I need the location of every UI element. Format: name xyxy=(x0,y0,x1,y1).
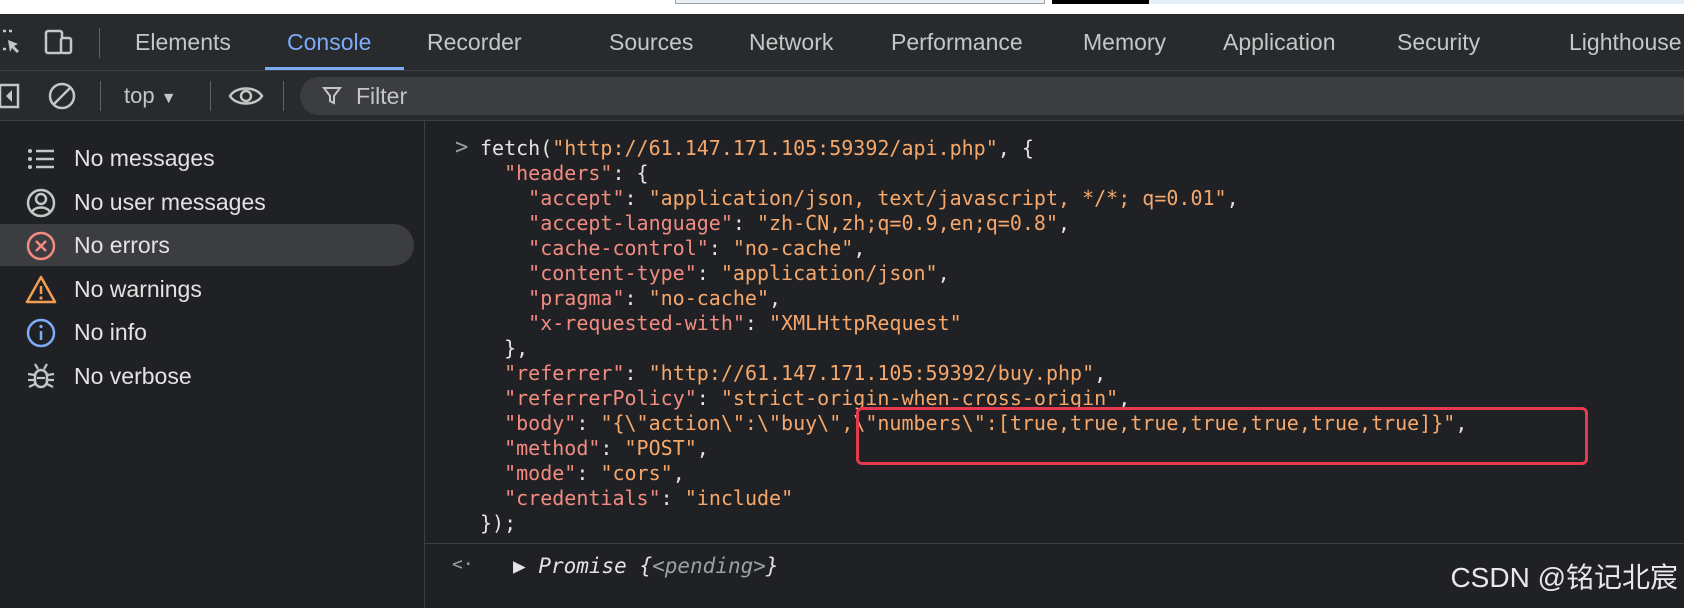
sidebar-item-label: No warnings xyxy=(74,276,202,302)
info-icon xyxy=(26,318,56,348)
dark-block xyxy=(1052,0,1149,4)
code-line: "credentials": "include" xyxy=(504,486,794,510)
sidebar-item-info[interactable]: No info xyxy=(0,311,414,353)
tabbar-separator xyxy=(99,28,100,58)
code-line: "x-requested-with": "XMLHttpRequest" xyxy=(528,311,962,335)
toolbar-separator xyxy=(100,81,101,111)
sidebar-item-errors[interactable]: No errors xyxy=(0,224,414,266)
tab-elements[interactable]: Elements xyxy=(135,14,231,70)
inspect-element-icon[interactable] xyxy=(0,28,24,58)
filter-placeholder: Filter xyxy=(356,83,408,109)
promise-result[interactable]: ▶ Promise {<pending>} xyxy=(513,554,779,578)
input-prompt-chevron-icon: > xyxy=(455,135,469,160)
code-line: "content-type": "application/json", xyxy=(528,261,950,285)
toolbar-separator xyxy=(283,81,284,111)
tab-console[interactable]: Console xyxy=(287,14,371,70)
light-block xyxy=(1149,0,1684,4)
sidebar-toggle-icon[interactable] xyxy=(0,82,24,110)
code-line: "method": "POST", xyxy=(504,436,709,460)
console-sidebar: No messages No user messages No errors N… xyxy=(0,121,425,608)
browser-top-strip xyxy=(0,0,1684,14)
tab-network[interactable]: Network xyxy=(749,14,833,70)
code-line: "accept": "application/json, text/javasc… xyxy=(528,186,1239,210)
code-line: }, xyxy=(480,336,529,360)
console-toolbar: top ▼ Filter xyxy=(0,71,1684,121)
code-line: "cache-control": "no-cache", xyxy=(528,236,866,260)
code-line: "accept-language": "zh-CN,zh;q=0.9,en;q=… xyxy=(528,211,1071,235)
sidebar-item-user-messages[interactable]: No user messages xyxy=(0,181,414,223)
tab-application[interactable]: Application xyxy=(1223,14,1336,70)
context-selector[interactable]: top ▼ xyxy=(124,71,177,120)
tab-lighthouse[interactable]: Lighthouse xyxy=(1569,14,1682,70)
tab-performance[interactable]: Performance xyxy=(891,14,1023,70)
user-icon xyxy=(26,188,56,218)
console-input-code: fetch("http://61.147.171.105:59392/api.p… xyxy=(480,136,1467,536)
tab-security[interactable]: Security xyxy=(1397,14,1480,70)
list-icon xyxy=(28,149,54,169)
tab-sources[interactable]: Sources xyxy=(609,14,693,70)
sidebar-item-label: No user messages xyxy=(74,189,266,215)
chevron-down-icon: ▼ xyxy=(160,90,177,107)
filter-icon xyxy=(322,87,342,105)
bug-icon xyxy=(27,363,55,389)
entry-divider xyxy=(425,543,1684,544)
device-toolbar-icon[interactable] xyxy=(44,28,74,58)
sidebar-item-label: No errors xyxy=(74,232,170,258)
code-line: "headers": { xyxy=(504,161,649,185)
context-label: top xyxy=(124,83,155,108)
promise-suffix: } xyxy=(765,554,779,578)
address-field-edge xyxy=(675,0,1045,4)
clear-console-icon[interactable] xyxy=(46,80,78,112)
console-output[interactable]: > fetch("http://61.147.171.105:59392/api… xyxy=(425,121,1684,608)
sidebar-item-warnings[interactable]: No warnings xyxy=(0,268,414,310)
code-line: }); xyxy=(480,511,517,535)
devtools-tabbar: Elements Console Recorder Sources Network Per… xyxy=(0,14,1684,71)
toolbar-separator xyxy=(210,81,211,111)
sidebar-item-label: No messages xyxy=(74,145,215,171)
sidebar-item-messages[interactable]: No messages xyxy=(0,137,414,179)
error-icon xyxy=(26,231,56,261)
filter-input[interactable]: Filter xyxy=(300,77,1684,115)
code-line: "mode": "cors", xyxy=(504,461,685,485)
watermark: CSDN @铭记北宸 xyxy=(1450,562,1678,593)
promise-prefix: Promise { xyxy=(538,554,653,578)
warning-icon xyxy=(25,275,57,304)
promise-pending: <pending> xyxy=(652,554,766,578)
sidebar-item-label: No info xyxy=(74,319,147,345)
sidebar-item-verbose[interactable]: No verbose xyxy=(0,355,414,397)
output-return-icon: <· xyxy=(452,554,474,575)
tab-memory[interactable]: Memory xyxy=(1083,14,1166,70)
code-line: "referrer": "http://61.147.171.105:59392… xyxy=(504,361,1107,385)
code-line: fetch("http://61.147.171.105:59392/api.p… xyxy=(480,136,1034,160)
tab-recorder[interactable]: Recorder xyxy=(427,14,522,70)
sidebar-item-label: No verbose xyxy=(74,363,192,389)
expand-triangle-icon[interactable]: ▶ xyxy=(513,554,526,578)
highlight-box xyxy=(856,407,1588,465)
live-expression-eye-icon[interactable] xyxy=(228,81,264,111)
code-line: "pragma": "no-cache", xyxy=(528,286,782,310)
